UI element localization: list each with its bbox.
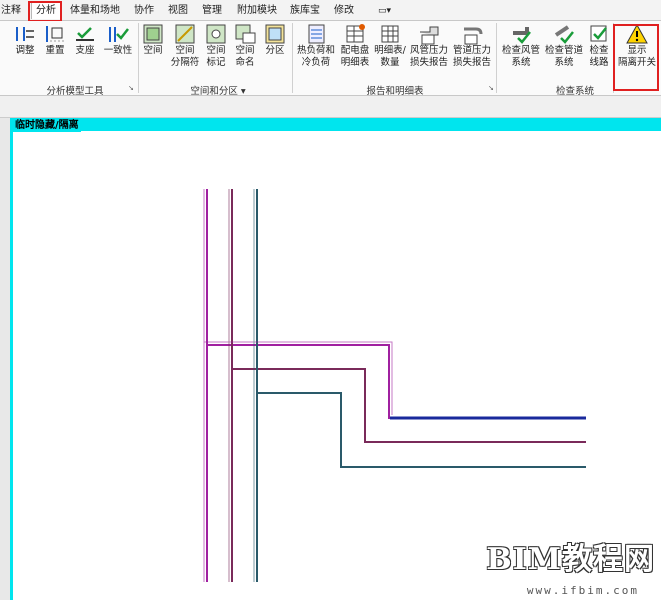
group-analytic-tools: 分析模型工具: [46, 86, 104, 97]
panel-toggle-icon[interactable]: ▭▾: [378, 3, 391, 19]
tab-modify[interactable]: 修改: [334, 3, 354, 19]
zone-button[interactable]: 分区: [262, 23, 288, 57]
separator: [496, 23, 497, 93]
schedule-quantities-button[interactable]: 明细表/数量: [372, 23, 408, 69]
tab-manage[interactable]: 管理: [202, 3, 222, 19]
pipe-pressure-loss-report-button[interactable]: 管道压力 损失报告: [451, 23, 493, 69]
duct-line-maroon: [231, 189, 586, 582]
tab-massing-site[interactable]: 体量和场地: [70, 3, 120, 19]
duct-pressure-loss-report-button[interactable]: 风管压力 损失报告: [408, 23, 450, 69]
check-pipe-systems-button[interactable]: 检查管道 系统: [543, 23, 585, 69]
support-button[interactable]: 支座: [72, 23, 98, 57]
reset-icon: [44, 23, 66, 45]
group-expand-icon[interactable]: ↘: [128, 84, 134, 92]
heating-cooling-loads-button[interactable]: 热负荷和 冷负荷: [295, 23, 337, 69]
check-circuits-icon: [588, 23, 610, 45]
separator: [138, 23, 139, 93]
highlight-show-disconnects: [613, 24, 659, 91]
tab-annotate[interactable]: 注释: [1, 3, 21, 19]
separator: [292, 23, 293, 93]
support-icon: [74, 23, 96, 45]
consistency-button[interactable]: 一致性: [101, 23, 135, 57]
check-duct-systems-button[interactable]: 检查风管 系统: [500, 23, 542, 69]
zone-icon: [264, 23, 286, 45]
adjust-button[interactable]: 调整: [12, 23, 38, 57]
drawing-canvas[interactable]: [13, 131, 661, 600]
check-circuits-button[interactable]: 检查 线路: [587, 23, 611, 69]
check-duct-icon: [510, 23, 532, 45]
watermark-url: www.ifbim.com: [526, 584, 639, 597]
adjust-icon: [14, 23, 36, 45]
ribbon-tab-bar: 注释 分析 体量和场地 协作 视图 管理 附加模块 族库宝 修改 ▭▾: [0, 0, 661, 21]
highlight-analyze-tab: [28, 1, 62, 22]
tab-view[interactable]: 视图: [168, 3, 188, 19]
panel-schedules-button[interactable]: 配电盘 明细表: [339, 23, 371, 69]
space-icon: [142, 23, 164, 45]
ribbon-panel: 调整 重置 支座 一致性 分析模型工具 ↘ 空间 空间 分隔符 空间 标记 空间 命名…: [0, 21, 661, 97]
space-separator-icon: [174, 23, 196, 45]
tab-family-library[interactable]: 族库宝: [290, 3, 320, 19]
consistency-icon: [107, 23, 129, 45]
space-button[interactable]: 空间: [140, 23, 166, 57]
options-bar: [0, 96, 661, 118]
loads-icon: [305, 23, 327, 45]
panel-schedule-icon: [344, 23, 366, 45]
duct-drawing: [203, 189, 586, 582]
group-expand-icon[interactable]: ↘: [488, 84, 494, 92]
space-tag-button[interactable]: 空间 标记: [203, 23, 229, 69]
group-spaces-zones: 空间和分区 ▾: [190, 86, 246, 97]
check-pipe-icon: [553, 23, 575, 45]
watermark-logo: BIM教程网: [486, 542, 655, 577]
tab-addins[interactable]: 附加模块: [237, 3, 277, 19]
reset-button[interactable]: 重置: [42, 23, 68, 57]
space-naming-button[interactable]: 空间 命名: [232, 23, 258, 69]
duct-report-icon: [418, 23, 440, 45]
tab-collaborate[interactable]: 协作: [134, 3, 154, 19]
duct-line-purple: [206, 189, 586, 582]
space-tag-icon: [205, 23, 227, 45]
space-separator-button[interactable]: 空间 分隔符: [168, 23, 202, 69]
temporary-hide-isolate-label: 临时隐藏/隔离: [13, 120, 81, 132]
schedule-icon: [379, 23, 401, 45]
pipe-report-icon: [461, 23, 483, 45]
duct-line-teal: [256, 189, 586, 582]
group-reports-schedules: 报告和明细表: [366, 86, 424, 97]
group-check-systems: 检查系统: [555, 86, 594, 97]
space-naming-icon: [234, 23, 256, 45]
